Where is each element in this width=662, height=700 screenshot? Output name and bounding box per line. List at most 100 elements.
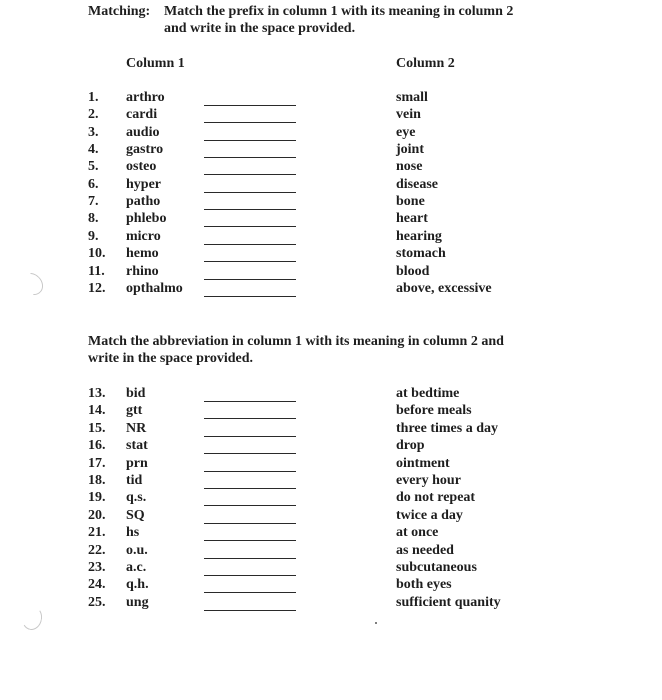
item-number: 13.: [88, 386, 106, 401]
item-meaning: above, excessive: [396, 280, 492, 296]
answer-blank[interactable]: [204, 278, 296, 280]
answer-blank[interactable]: [204, 592, 296, 594]
item-term: patho: [126, 194, 161, 210]
item-number: 3.: [88, 124, 99, 140]
item-number: 8.: [88, 211, 99, 227]
item-number: 18.: [88, 473, 106, 488]
item-meaning: drop: [396, 438, 425, 454]
item-meaning: twice a day: [396, 507, 463, 523]
item-term: prn: [126, 455, 148, 471]
item-meaning: joint: [396, 142, 424, 158]
item-term: o.u.: [126, 542, 148, 558]
item-meaning: heart: [396, 211, 428, 227]
item-term: stat: [126, 438, 148, 454]
item-meaning: vein: [396, 107, 421, 123]
answer-blank[interactable]: [204, 174, 296, 176]
item-number: 16.: [88, 438, 106, 454]
answer-blank[interactable]: [204, 401, 296, 402]
item-number: 17.: [88, 455, 106, 471]
item-meaning: bone: [396, 194, 425, 210]
answer-blank[interactable]: [204, 295, 296, 297]
item-meaning: eye: [396, 124, 416, 140]
column1-header: Column 1: [126, 56, 185, 71]
item-meaning: stomach: [396, 246, 446, 262]
item-term: hs: [126, 525, 140, 541]
item-term: micro: [126, 228, 161, 244]
item-number: 20.: [88, 507, 106, 523]
item-number: 23.: [88, 560, 106, 575]
item-number: 9.: [88, 228, 99, 244]
item-meaning: three times a day: [396, 420, 498, 436]
speck-mark: [375, 622, 377, 624]
item-meaning: sufficient quanity: [396, 594, 501, 610]
item-number: 5.: [88, 159, 99, 175]
item-number: 22.: [88, 542, 106, 558]
section1-label: Matching:: [88, 4, 151, 19]
item-term: tid: [126, 473, 143, 488]
answer-blank[interactable]: [204, 557, 296, 559]
item-term: audio: [126, 124, 160, 140]
item-number: 24.: [88, 577, 106, 593]
item-term: gastro: [126, 142, 164, 158]
item-number: 21.: [88, 525, 106, 541]
item-number: 11.: [88, 263, 105, 279]
item-number: 15.: [88, 420, 106, 436]
section1-instruction-line2: and write in the space provided.: [164, 21, 356, 36]
item-meaning: disease: [396, 176, 438, 192]
item-number: 25.: [88, 594, 106, 610]
item-meaning: before meals: [396, 403, 472, 419]
answer-blank[interactable]: [204, 418, 296, 420]
item-term: osteo: [126, 159, 157, 175]
item-term: opthalmo: [126, 280, 183, 296]
answer-blank[interactable]: [204, 209, 296, 211]
item-term: bid: [126, 386, 146, 401]
item-term: rhino: [126, 263, 159, 279]
item-term: NR: [126, 420, 147, 436]
answer-blank[interactable]: [204, 191, 296, 193]
answer-blank[interactable]: [204, 540, 296, 542]
answer-blank[interactable]: [204, 505, 296, 507]
section1-instruction-line1: Match the prefix in column 1 with its me…: [164, 4, 514, 19]
item-number: 14.: [88, 403, 106, 419]
item-meaning: every hour: [396, 473, 461, 488]
answer-blank[interactable]: [204, 261, 296, 263]
punch-hole-mark: [16, 268, 48, 300]
item-meaning: do not repeat: [396, 490, 476, 506]
answer-blank[interactable]: [204, 522, 296, 524]
item-term: SQ: [126, 507, 145, 523]
item-meaning: at once: [396, 525, 439, 541]
item-meaning: both eyes: [396, 577, 452, 593]
item-term: arthro: [126, 90, 165, 105]
answer-blank[interactable]: [204, 243, 296, 245]
answer-blank[interactable]: [204, 105, 296, 106]
answer-blank[interactable]: [204, 157, 296, 159]
item-meaning: blood: [396, 263, 430, 279]
item-term: cardi: [126, 107, 158, 123]
answer-blank[interactable]: [204, 488, 296, 489]
answer-blank[interactable]: [204, 453, 296, 455]
answer-blank[interactable]: [204, 122, 296, 124]
item-meaning: at bedtime: [396, 386, 460, 401]
answer-blank[interactable]: [204, 226, 296, 228]
item-term: ung: [126, 594, 149, 610]
section2-instruction-line1: Match the abbreviation in column 1 with …: [88, 334, 504, 349]
item-meaning: ointment: [396, 455, 450, 471]
item-meaning: nose: [396, 159, 423, 175]
punch-hole-mark: [20, 604, 44, 632]
item-number: 6.: [88, 176, 99, 192]
item-meaning: subcutaneous: [396, 560, 477, 575]
answer-blank[interactable]: [204, 470, 296, 472]
item-term: gtt: [126, 403, 143, 419]
answer-blank[interactable]: [204, 575, 296, 576]
answer-blank[interactable]: [204, 435, 296, 437]
answer-blank[interactable]: [204, 139, 296, 141]
answer-blank[interactable]: [204, 609, 296, 611]
item-meaning: small: [396, 90, 428, 105]
item-number: 2.: [88, 107, 99, 123]
item-meaning: as needed: [396, 542, 454, 558]
item-term: hemo: [126, 246, 159, 262]
item-term: q.h.: [126, 577, 149, 593]
item-term: q.s.: [126, 490, 147, 506]
item-number: 10.: [88, 246, 106, 262]
section2-instruction-line2: write in the space provided.: [88, 351, 254, 366]
